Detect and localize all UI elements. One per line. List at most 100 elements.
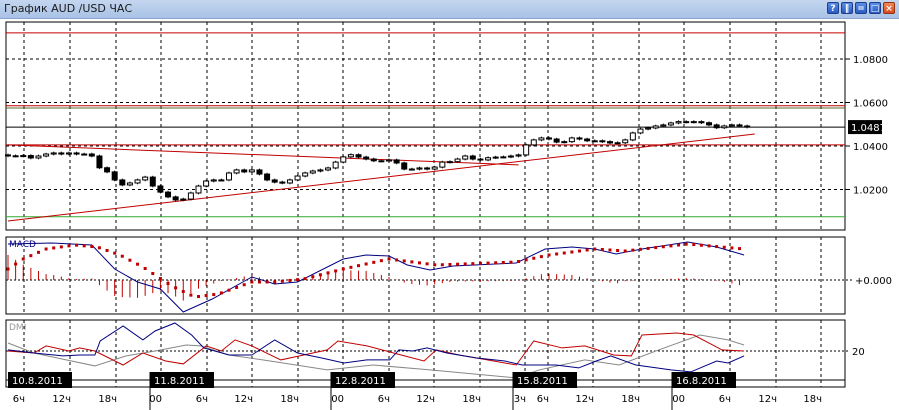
candle[interactable] [165, 191, 172, 198]
candle[interactable] [218, 179, 225, 182]
candle[interactable] [492, 156, 499, 159]
candle[interactable] [264, 173, 271, 181]
candle[interactable] [50, 152, 57, 155]
candle[interactable] [622, 139, 629, 144]
candle[interactable] [12, 155, 19, 158]
chart-area[interactable]: 1.0800 1.0600 1.0400 1.0200 1.0487 10.8.2011 1… [0, 0, 899, 410]
candle[interactable] [576, 137, 583, 140]
candle[interactable] [294, 175, 301, 181]
candle[interactable] [187, 192, 194, 200]
candle[interactable] [690, 121, 697, 124]
candle[interactable] [279, 181, 286, 184]
hour-label: 00 [149, 394, 162, 405]
candle[interactable] [515, 154, 522, 157]
candle[interactable] [149, 176, 156, 187]
candle[interactable] [142, 176, 149, 181]
candle[interactable] [698, 121, 705, 124]
candle[interactable] [530, 139, 537, 146]
candle[interactable] [584, 138, 591, 142]
candle[interactable] [157, 185, 164, 193]
candle[interactable] [180, 198, 187, 201]
candle[interactable] [58, 152, 65, 155]
candle[interactable] [248, 169, 255, 173]
candle[interactable] [126, 182, 133, 186]
candle[interactable] [606, 141, 613, 144]
candle[interactable] [347, 154, 354, 158]
candle[interactable] [340, 156, 347, 163]
candle[interactable] [538, 137, 545, 141]
candle[interactable] [462, 155, 469, 160]
candle[interactable] [614, 142, 621, 145]
candle[interactable] [401, 162, 408, 170]
candle[interactable] [378, 160, 385, 163]
candle[interactable] [721, 125, 728, 129]
candle[interactable] [660, 124, 667, 127]
candle[interactable] [424, 167, 431, 170]
candle[interactable] [408, 168, 415, 171]
candle[interactable] [172, 196, 179, 201]
candle[interactable] [309, 170, 316, 174]
candle[interactable] [111, 171, 118, 181]
candle[interactable] [561, 141, 568, 144]
candle[interactable] [20, 155, 27, 158]
candle[interactable] [629, 132, 636, 141]
candle[interactable] [553, 138, 560, 143]
candle[interactable] [713, 124, 720, 129]
candle[interactable] [568, 137, 575, 143]
candle[interactable] [446, 161, 453, 164]
candle[interactable] [195, 185, 202, 194]
candle[interactable] [27, 155, 34, 159]
candle[interactable] [454, 158, 461, 163]
candle[interactable] [469, 155, 476, 160]
candle[interactable] [500, 156, 507, 159]
candle[interactable] [485, 157, 492, 161]
candle[interactable] [363, 156, 370, 160]
candle[interactable] [599, 140, 606, 143]
candle[interactable] [203, 180, 210, 187]
candle[interactable] [233, 169, 240, 174]
candle[interactable] [728, 124, 735, 127]
candle[interactable] [43, 153, 50, 157]
candle[interactable] [393, 159, 400, 164]
candle[interactable] [591, 140, 598, 143]
candle[interactable] [88, 153, 95, 157]
candle[interactable] [104, 167, 111, 173]
candle[interactable] [317, 169, 324, 172]
candle[interactable] [706, 122, 713, 126]
candle[interactable] [355, 154, 362, 158]
candle[interactable] [241, 169, 248, 173]
candle[interactable] [744, 125, 751, 128]
candle[interactable] [507, 155, 514, 158]
candle[interactable] [134, 179, 141, 184]
candle[interactable] [736, 124, 743, 127]
candle[interactable] [119, 179, 126, 186]
candle[interactable] [225, 172, 232, 181]
candle[interactable] [652, 125, 659, 129]
candle[interactable] [370, 158, 377, 162]
candle[interactable] [271, 179, 278, 183]
candle[interactable] [81, 153, 88, 156]
candle[interactable] [667, 122, 674, 126]
candle[interactable] [523, 144, 530, 156]
candle[interactable] [546, 137, 553, 140]
candle[interactable] [302, 172, 309, 177]
candle[interactable] [637, 128, 644, 134]
candle[interactable] [210, 179, 217, 182]
candle[interactable] [645, 127, 652, 130]
candle[interactable] [286, 179, 293, 184]
candle[interactable] [256, 169, 263, 175]
candle[interactable] [35, 155, 42, 159]
candle[interactable] [332, 161, 339, 169]
candle[interactable] [325, 167, 332, 171]
candle[interactable] [439, 161, 446, 168]
candle[interactable] [96, 155, 103, 169]
candle[interactable] [683, 121, 690, 124]
candle[interactable] [65, 152, 72, 155]
candle[interactable] [477, 158, 484, 161]
candle[interactable] [73, 152, 80, 155]
candle[interactable] [416, 167, 423, 170]
candle[interactable] [675, 121, 682, 124]
candle[interactable] [5, 154, 11, 157]
candle[interactable] [431, 166, 438, 170]
candle[interactable] [386, 159, 392, 162]
